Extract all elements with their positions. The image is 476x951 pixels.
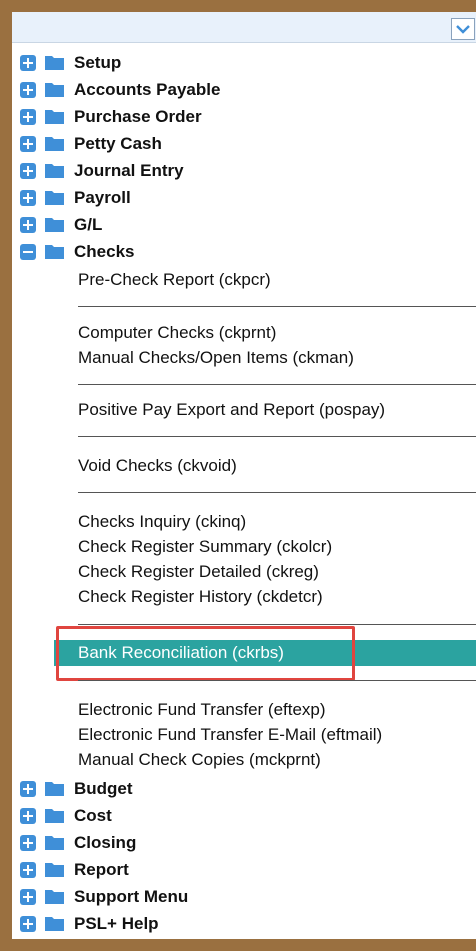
tree-node-label: PSL+ Help	[74, 914, 159, 933]
folder-icon	[45, 863, 64, 877]
separator	[78, 680, 476, 681]
folder-icon	[45, 191, 64, 205]
folder-icon	[45, 83, 64, 97]
tree-node-label: Petty Cash	[74, 134, 162, 153]
menu-item-manual-checks[interactable]: Manual Checks/Open Items (ckman)	[78, 345, 354, 371]
folder-icon	[45, 245, 64, 259]
expand-icon[interactable]	[20, 835, 36, 851]
separator	[78, 624, 476, 625]
tree-node-label: Purchase Order	[74, 107, 202, 126]
separator	[78, 306, 476, 307]
menu-header-bar	[12, 12, 476, 43]
folder-icon	[45, 836, 64, 850]
tree-node-label: G/L	[74, 215, 103, 234]
separator	[78, 436, 476, 437]
separator	[78, 492, 476, 493]
menu-item-positive-pay[interactable]: Positive Pay Export and Report (pospay)	[78, 397, 385, 423]
tree-node-label: Support Menu	[74, 887, 189, 906]
menu-item-manual-check-copies[interactable]: Manual Check Copies (mckprnt)	[78, 747, 321, 773]
menu-item-eft-email[interactable]: Electronic Fund Transfer E-Mail (eftmail…	[78, 722, 382, 748]
folder-icon	[45, 218, 64, 232]
expand-icon[interactable]	[20, 163, 36, 179]
expand-icon[interactable]	[20, 136, 36, 152]
folder-icon	[45, 809, 64, 823]
folder-icon	[45, 782, 64, 796]
tree-node-label: Checks	[74, 242, 135, 261]
annotation-highlight-box	[56, 626, 355, 681]
menu-item-check-register-summary[interactable]: Check Register Summary (ckolcr)	[78, 534, 332, 560]
menu-panel: Setup Accounts Payable Purchase Order Pe…	[12, 12, 476, 939]
expand-icon[interactable]	[20, 217, 36, 233]
menu-item-check-register-history[interactable]: Check Register History (ckdetcr)	[78, 584, 323, 610]
menu-item-pre-check-report[interactable]: Pre-Check Report (ckpcr)	[78, 267, 271, 293]
expand-icon[interactable]	[20, 109, 36, 125]
folder-icon	[45, 917, 64, 931]
folder-icon	[45, 56, 64, 70]
collapse-icon[interactable]	[20, 244, 36, 260]
expand-icon[interactable]	[20, 190, 36, 206]
tree-node-label: Budget	[74, 779, 133, 798]
separator	[78, 384, 476, 385]
tree-node-label: Cost	[74, 806, 112, 825]
folder-icon	[45, 110, 64, 124]
chevron-down-icon	[456, 25, 470, 34]
folder-icon	[45, 164, 64, 178]
tree-node-label: Report	[74, 860, 129, 879]
tree-node-label: Journal Entry	[74, 161, 184, 180]
expand-icon[interactable]	[20, 82, 36, 98]
tree-node-label: Closing	[74, 833, 137, 852]
folder-icon	[45, 137, 64, 151]
expand-icon[interactable]	[20, 889, 36, 905]
tree-node-label: Accounts Payable	[74, 80, 221, 99]
expand-icon[interactable]	[20, 781, 36, 797]
menu-item-check-register-detailed[interactable]: Check Register Detailed (ckreg)	[78, 559, 319, 585]
expand-icon[interactable]	[20, 862, 36, 878]
expand-icon[interactable]	[20, 808, 36, 824]
expand-icon[interactable]	[20, 916, 36, 932]
expand-icon[interactable]	[20, 55, 36, 71]
tree-node-label: Setup	[74, 53, 122, 72]
menu-item-computer-checks[interactable]: Computer Checks (ckprnt)	[78, 320, 276, 346]
menu-item-electronic-fund-transfer[interactable]: Electronic Fund Transfer (eftexp)	[78, 697, 326, 723]
folder-icon	[45, 890, 64, 904]
dropdown-button[interactable]	[451, 18, 475, 40]
menu-item-void-checks[interactable]: Void Checks (ckvoid)	[78, 453, 237, 479]
tree-node-label: Payroll	[74, 188, 131, 207]
menu-item-checks-inquiry[interactable]: Checks Inquiry (ckinq)	[78, 509, 246, 535]
